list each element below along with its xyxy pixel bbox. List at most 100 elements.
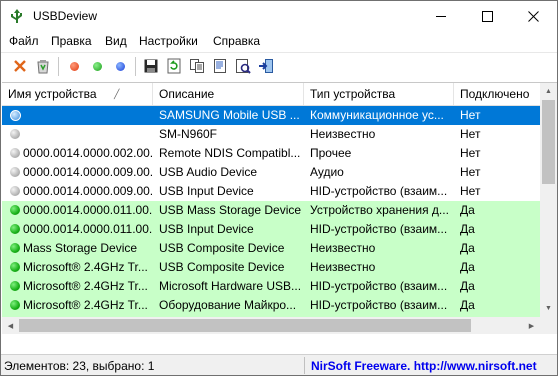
cell-name: 0000.0014.0000.011.00... <box>23 203 153 217</box>
table-row[interactable]: 0000.0014.0000.009.00... USB Audio Device… <box>2 163 540 182</box>
cell-name: Microsoft® 2.4GHz Tr... <box>23 260 148 274</box>
cell-connected: Да <box>460 298 475 312</box>
nirsoft-link[interactable]: NirSoft Freeware. http://www.nirsoft.net <box>311 359 537 373</box>
column-connected[interactable]: Подключено <box>454 83 540 105</box>
minimize-icon <box>436 15 446 17</box>
table-row[interactable]: 0000.0014.0000.011.00... USB Input Device… <box>2 220 540 239</box>
column-label: Тип устройства <box>310 87 396 101</box>
exit-button[interactable] <box>257 57 275 75</box>
scroll-left-icon[interactable]: ◀ <box>2 317 19 334</box>
disable-button[interactable] <box>65 57 83 75</box>
cell-type: HID-устройство (взаим... <box>310 222 448 236</box>
scroll-up-icon[interactable]: ▲ <box>540 83 557 100</box>
maximize-button[interactable] <box>464 1 510 31</box>
save-icon <box>144 59 158 73</box>
table-row[interactable]: Microsoft® 2.4GHz Tr... Microsoft Hardwar… <box>2 277 540 296</box>
table-row[interactable]: SM-N960F Неизвестно Нет <box>2 125 540 144</box>
cell-name: 0000.0014.0000.009.00... <box>23 184 153 198</box>
toolbar <box>1 52 557 80</box>
cell-description: USB Composite Device <box>159 241 285 255</box>
cell-type: Коммуникационное ус... <box>310 108 444 122</box>
menu-bar: Файл Правка Вид Настройки Справка <box>1 31 557 52</box>
window-title: USBDeview <box>33 9 98 23</box>
enable-button[interactable] <box>88 57 106 75</box>
maximize-icon <box>481 10 493 22</box>
status-count: Элементов: 23, выбрано: 1 <box>4 359 155 373</box>
html-report-button[interactable] <box>211 57 229 75</box>
scroll-right-icon[interactable]: ▶ <box>523 317 540 334</box>
cell-connected: Нет <box>460 165 481 179</box>
status-separator <box>304 357 305 374</box>
column-device-name[interactable]: Имя устройства ╱ <box>2 83 153 105</box>
red-circle-icon <box>69 61 79 71</box>
table-row[interactable]: 0000.0014.0000.009.00... USB Input Device… <box>2 182 540 201</box>
column-label: Подключено <box>460 87 530 101</box>
enable-disable-button[interactable] <box>111 57 129 75</box>
table-row[interactable]: SAMSUNG Mobile USB ... Коммуникационное у… <box>2 106 540 125</box>
table-row[interactable]: Mass Storage Device USB Composite Device Н… <box>2 239 540 258</box>
uninstall-button[interactable] <box>34 57 52 75</box>
toolbar-separator <box>135 57 136 76</box>
cell-type: Неизвестно <box>310 127 376 141</box>
close-icon <box>14 60 26 72</box>
cell-description: SM-N960F <box>159 127 218 141</box>
horizontal-scroll-thumb[interactable] <box>19 319 471 332</box>
properties-button[interactable] <box>234 57 252 75</box>
table-row[interactable]: 0000.0014.0000.002.00... Remote NDIS Comp… <box>2 144 540 163</box>
cell-type: Неизвестно <box>310 260 376 274</box>
menu-settings[interactable]: Настройки <box>139 34 198 48</box>
minimize-button[interactable] <box>418 1 464 31</box>
green-circle-icon <box>92 61 102 71</box>
cell-connected: Нет <box>460 146 481 160</box>
cell-connected: Да <box>460 203 475 217</box>
cell-connected: Да <box>460 241 475 255</box>
menu-view[interactable]: Вид <box>105 34 127 48</box>
table-row[interactable]: Microsoft® 2.4GHz Tr... Оборудование Майк… <box>2 296 540 315</box>
exit-icon <box>259 59 273 73</box>
cell-name: 0000.0014.0000.011.00... <box>23 222 153 236</box>
horizontal-scrollbar[interactable]: ◀ ▶ <box>2 317 540 334</box>
column-label: Имя устройства <box>8 87 97 101</box>
cell-description: USB Audio Device <box>159 165 258 179</box>
column-device-type[interactable]: Тип устройства <box>304 83 454 105</box>
cell-connected: Да <box>460 260 475 274</box>
cell-type: Неизвестно <box>310 241 376 255</box>
cell-name: Mass Storage Device <box>23 241 138 255</box>
cell-name: Microsoft® 2.4GHz Tr... <box>23 279 148 293</box>
disconnect-button[interactable] <box>11 57 29 75</box>
blue-circle-icon <box>115 61 125 71</box>
refresh-icon <box>167 58 181 74</box>
cell-description: SAMSUNG Mobile USB ... <box>159 108 300 122</box>
cell-connected: Нет <box>460 127 481 141</box>
refresh-button[interactable] <box>165 57 183 75</box>
usbdeview-window: USBDeview Файл Правка Вид Настройки Спра… <box>0 0 558 376</box>
vertical-scrollbar[interactable]: ▲ ▼ <box>540 83 557 334</box>
vertical-scroll-thumb[interactable] <box>542 100 555 184</box>
cell-type: HID-устройство (взаим... <box>310 279 448 293</box>
recycle-bin-icon <box>37 60 49 74</box>
menu-file[interactable]: Файл <box>9 34 39 48</box>
cell-description: Microsoft Hardware USB... <box>159 279 302 293</box>
copy-button[interactable] <box>188 57 206 75</box>
column-description[interactable]: Описание <box>153 83 304 105</box>
cell-description: Оборудование Майкро... <box>159 298 297 312</box>
cell-type: Устройство хранения д... <box>310 203 449 217</box>
cell-name: 0000.0014.0000.002.00... <box>23 146 153 160</box>
close-button[interactable] <box>510 1 556 31</box>
copy-icon <box>190 59 204 73</box>
table-row[interactable]: 0000.0014.0000.011.00... USB Mass Storage… <box>2 201 540 220</box>
cell-type: HID-устройство (взаим... <box>310 298 448 312</box>
column-label: Описание <box>159 87 215 101</box>
device-list[interactable]: Имя устройства ╱ Описание Тип устройства… <box>2 82 557 334</box>
properties-icon <box>236 59 251 74</box>
status-bar: Элементов: 23, выбрано: 1 NirSoft Freewa… <box>1 354 557 375</box>
save-button[interactable] <box>142 57 160 75</box>
cell-name <box>2 125 153 144</box>
cell-description: Remote NDIS Compatibl... <box>159 146 301 160</box>
scroll-down-icon[interactable]: ▼ <box>540 300 557 317</box>
menu-help[interactable]: Справка <box>213 34 260 48</box>
cell-description: USB Input Device <box>159 184 254 198</box>
cell-type: Аудио <box>310 165 344 179</box>
menu-edit[interactable]: Правка <box>51 34 92 48</box>
table-row[interactable]: Microsoft® 2.4GHz Tr... USB Composite Dev… <box>2 258 540 277</box>
